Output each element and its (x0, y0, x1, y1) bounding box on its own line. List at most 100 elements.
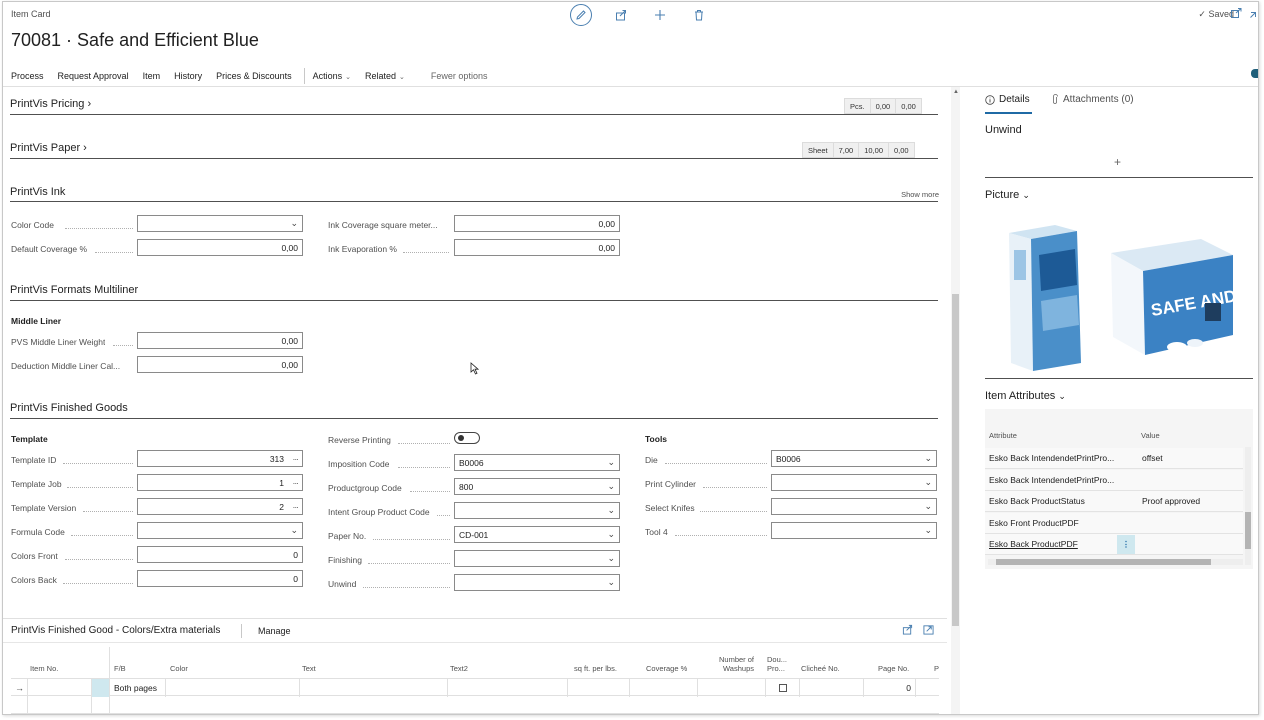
open-new-window-icon[interactable] (1231, 8, 1242, 20)
cell-p[interactable] (915, 679, 939, 697)
col-sqft[interactable]: sq ft. per lbs. (574, 664, 617, 673)
menu-request-approval[interactable]: Request Approval (58, 71, 129, 81)
col-p[interactable]: P (934, 664, 939, 673)
formula-code-select[interactable]: ⌄ (137, 522, 303, 539)
col-page-no[interactable]: Page No. (878, 664, 909, 673)
reverse-printing-toggle[interactable] (454, 432, 480, 444)
section-paper-header[interactable]: PrintVis Paper › (10, 142, 87, 154)
tab-attachments[interactable]: Attachments (0) (1051, 94, 1134, 105)
attribute-row[interactable]: Esko Front ProductPDF (985, 513, 1243, 534)
colors-front-field[interactable]: 0 (137, 546, 303, 563)
item-attributes-title[interactable]: Item Attributes ⌄ (985, 390, 1066, 402)
section-formats-header[interactable]: PrintVis Formats Multiliner (10, 284, 138, 296)
new-icon[interactable] (649, 4, 671, 26)
cell-double-pro[interactable] (765, 679, 799, 697)
cell-page-no[interactable]: 0 (863, 679, 915, 697)
attr-col-attribute[interactable]: Attribute (989, 431, 1017, 440)
cell-text[interactable] (299, 679, 447, 697)
col-text2[interactable]: Text2 (450, 664, 468, 673)
menu-related[interactable]: Related ⌄ (365, 71, 405, 81)
colors-back-field[interactable]: 0 (137, 570, 303, 587)
row-actions-icon[interactable]: ⋮ (1117, 534, 1135, 554)
ellipsis-icon[interactable]: ··· (284, 454, 300, 464)
pvs-weight-field[interactable]: 0,00 (137, 332, 303, 349)
cell[interactable] (109, 696, 299, 714)
cell-item-no[interactable] (27, 696, 91, 714)
section-ink-header[interactable]: PrintVis Ink (10, 186, 65, 198)
finishing-select[interactable]: ⌄ (454, 550, 620, 567)
die-select[interactable]: B0006 ⌄ (771, 450, 937, 467)
section-pricing-header[interactable]: PrintVis Pricing › (10, 98, 91, 110)
attribute-row[interactable]: Esko Back ProductStatus Proof approved (985, 491, 1243, 512)
collapse-icon[interactable] (1250, 8, 1256, 20)
attribute-row[interactable]: Esko Back IntendendetPrintPro... (985, 470, 1243, 491)
attr-col-value[interactable]: Value (1141, 431, 1160, 440)
default-coverage-field[interactable]: 0,00 (137, 239, 303, 256)
col-text[interactable]: Text (302, 664, 316, 673)
attribute-row-selected[interactable]: Esko Back ProductPDF ⋮ (985, 534, 1243, 555)
cell-coverage[interactable] (629, 679, 697, 697)
cell-text2[interactable] (447, 679, 567, 697)
imposition-code-select[interactable]: B0006 ⌄ (454, 454, 620, 471)
cell-sqft[interactable] (567, 679, 629, 697)
scrollbar-thumb[interactable] (996, 559, 1211, 565)
attribute-row[interactable]: Esko Back IntendendetPrintPro... offset (985, 448, 1243, 469)
print-cylinder-select[interactable]: ⌄ (771, 474, 937, 491)
col-washups[interactable]: Number of Washups (717, 655, 754, 673)
menu-actions[interactable]: Actions ⌄ (313, 71, 351, 81)
select-knifes-select[interactable]: ⌄ (771, 498, 937, 515)
ink-evaporation-field[interactable]: 0,00 (454, 239, 620, 256)
cell-fb[interactable]: Both pages (109, 679, 165, 697)
col-fb[interactable]: F/B (114, 664, 126, 673)
add-icon[interactable]: + (1114, 155, 1121, 169)
productgroup-code-select[interactable]: 800 ⌄ (454, 478, 620, 495)
share-icon[interactable] (610, 4, 632, 26)
ellipsis-icon[interactable]: ··· (284, 502, 300, 512)
unwind-select[interactable]: ⌄ (454, 574, 620, 591)
deduction-field[interactable]: 0,00 (137, 356, 303, 373)
cell[interactable] (91, 696, 109, 714)
picture-factbox-title[interactable]: Picture ⌄ (985, 189, 1030, 201)
template-job-field[interactable]: 1 ··· (137, 474, 303, 491)
paper-no-select[interactable]: CD-001 ⌄ (454, 526, 620, 543)
product-picture[interactable]: SAFE AND EFFICIENT (1001, 215, 1241, 375)
show-more-link[interactable]: Show more (901, 190, 939, 199)
scrollbar-thumb[interactable] (952, 294, 959, 626)
attributes-hscrollbar[interactable] (988, 559, 1243, 565)
color-code-select[interactable]: ⌄ (137, 215, 303, 232)
col-cliche-no[interactable]: Clicheé No. (801, 664, 840, 673)
cell-cliche[interactable] (799, 679, 863, 697)
attributes-vscrollbar[interactable] (1245, 447, 1251, 565)
col-item-no[interactable]: Item No. (30, 664, 58, 673)
content-scrollbar[interactable]: ▲ (951, 87, 960, 714)
edit-icon[interactable] (570, 4, 592, 26)
intent-group-select[interactable]: ⌄ (454, 502, 620, 519)
scrollbar-thumb[interactable] (1245, 512, 1251, 549)
menu-item[interactable]: Item (143, 71, 161, 81)
table-row[interactable] (11, 696, 939, 714)
cell-selected[interactable] (91, 679, 109, 697)
manage-button[interactable]: Manage (258, 626, 291, 636)
col-double-pro[interactable]: Dou... Pro... (767, 655, 787, 673)
col-coverage[interactable]: Coverage % (646, 664, 687, 673)
ellipsis-icon[interactable]: ··· (284, 478, 300, 488)
table-row[interactable]: → Both pages 0 (11, 678, 939, 697)
tool4-select[interactable]: ⌄ (771, 522, 937, 539)
tab-details[interactable]: Details (985, 94, 1030, 105)
template-version-field[interactable]: 2 ··· (137, 498, 303, 515)
menu-fewer-options[interactable]: Fewer options (431, 71, 488, 81)
menu-history[interactable]: History (174, 71, 202, 81)
expand-icon[interactable] (923, 624, 934, 635)
menu-prices-discounts[interactable]: Prices & Discounts (216, 71, 292, 81)
col-color[interactable]: Color (170, 664, 188, 673)
menu-process[interactable]: Process (11, 71, 44, 81)
template-id-field[interactable]: 313 ··· (137, 450, 303, 467)
cell-washups[interactable] (697, 679, 765, 697)
ink-coverage-field[interactable]: 0,00 (454, 215, 620, 232)
delete-icon[interactable] (688, 4, 710, 26)
scroll-up-icon[interactable]: ▲ (953, 89, 959, 95)
cell-item-no[interactable] (27, 679, 91, 697)
cell-color[interactable] (165, 679, 299, 697)
section-finished-goods-header[interactable]: PrintVis Finished Goods (10, 402, 128, 414)
share-icon[interactable] (902, 624, 913, 635)
